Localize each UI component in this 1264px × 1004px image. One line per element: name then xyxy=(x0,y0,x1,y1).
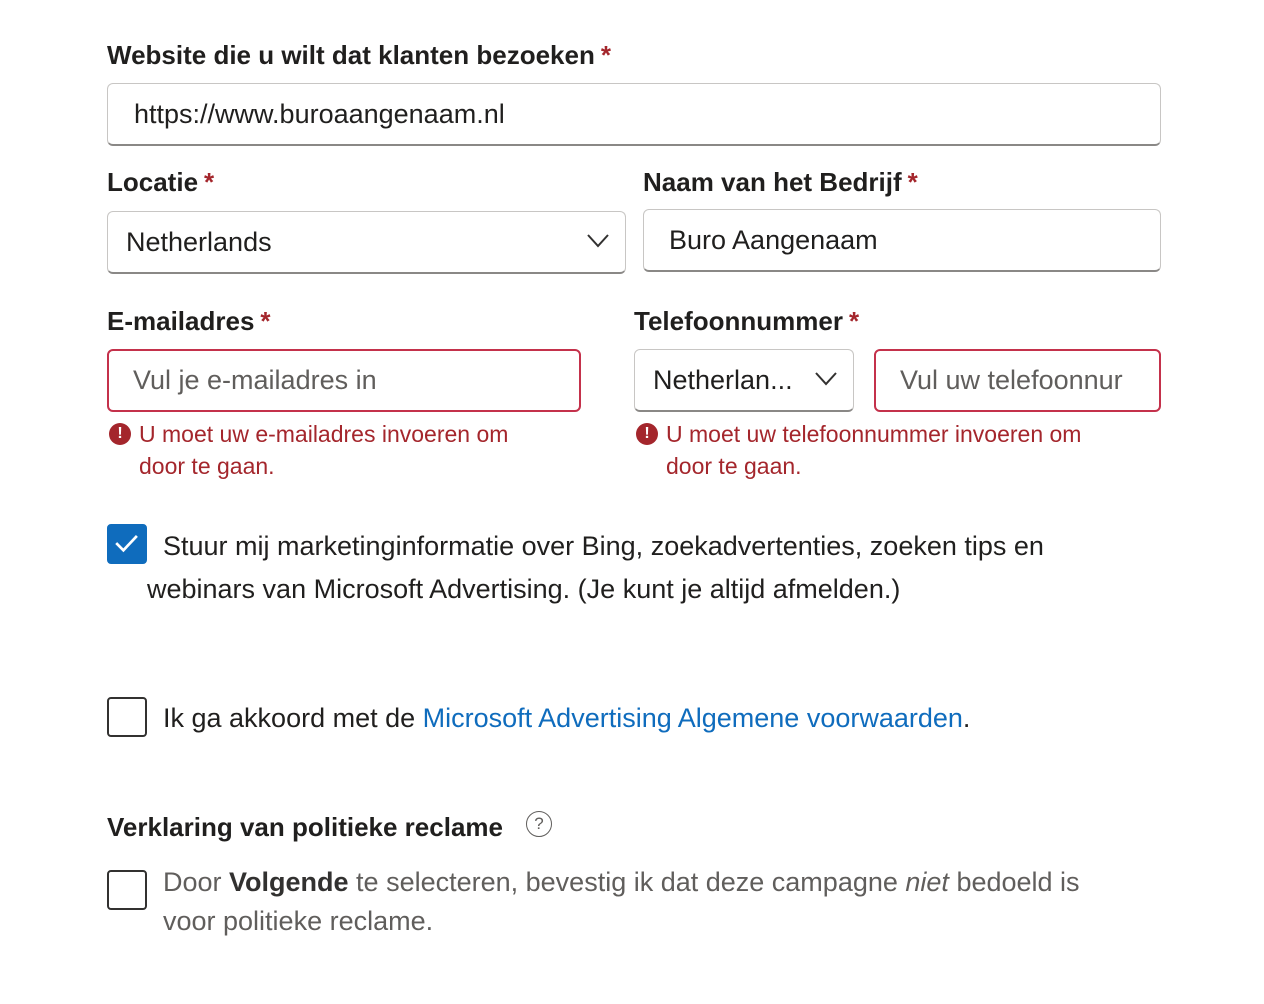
political-text-italic: niet xyxy=(905,867,949,897)
marketing-consent-text-line2: webinars van Microsoft Advertising. (Je … xyxy=(147,574,901,604)
company-label: Naam van het Bedrijf * xyxy=(643,167,918,198)
phone-label-text: Telefoonnummer xyxy=(634,306,843,336)
political-heading: Verklaring van politieke reclame xyxy=(107,812,503,842)
email-error-line2: door te gaan. xyxy=(139,453,275,479)
website-label-text: Website die u wilt dat klanten bezoeken xyxy=(107,40,595,70)
required-asterisk: * xyxy=(260,306,271,336)
phone-error-line1: U moet uw telefoonnummer invoeren om xyxy=(666,421,1082,447)
terms-suffix: . xyxy=(962,703,971,733)
email-input[interactable]: Vul je e-mailadres in xyxy=(107,349,581,412)
phone-error-message: U moet uw telefoonnummer invoeren om doo… xyxy=(666,418,1081,482)
company-label-text: Naam van het Bedrijf xyxy=(643,167,902,197)
marketing-checkbox[interactable] xyxy=(107,524,147,564)
required-asterisk: * xyxy=(600,40,611,70)
political-text-line2: voor politieke reclame. xyxy=(163,906,434,936)
error-circle-icon: ! xyxy=(636,423,658,445)
required-asterisk: * xyxy=(848,306,860,336)
phone-placeholder: Vul uw telefoonnur xyxy=(900,365,1123,395)
website-label: Website die u wilt dat klanten bezoeken * xyxy=(107,40,611,71)
location-label-text: Locatie xyxy=(107,167,199,197)
phone-country-dropdown[interactable]: Netherlan... xyxy=(634,349,854,412)
phone-country-selected: Netherlan... xyxy=(653,364,793,395)
chevron-down-icon xyxy=(587,234,609,248)
company-input-value: Buro Aangenaam xyxy=(669,224,878,255)
location-selected-value: Netherlands xyxy=(126,226,272,257)
political-text-part: bedoeld is xyxy=(948,867,1080,897)
company-name-input[interactable]: Buro Aangenaam xyxy=(643,209,1161,272)
required-asterisk: * xyxy=(204,167,215,197)
website-input[interactable]: https://www.buroaangenaam.nl xyxy=(107,83,1161,146)
email-error-message: U moet uw e-mailadres invoeren om door t… xyxy=(139,418,508,482)
phone-label: Telefoonnummer * xyxy=(634,306,859,337)
help-circle-icon[interactable]: ? xyxy=(526,811,552,837)
terms-prefix: Ik ga akkoord met de xyxy=(163,703,423,733)
location-dropdown[interactable]: Netherlands xyxy=(107,211,626,274)
email-placeholder: Vul je e-mailadres in xyxy=(133,365,377,395)
terms-text: Ik ga akkoord met de Microsoft Advertisi… xyxy=(163,696,970,740)
email-error-line1: U moet uw e-mailadres invoeren om xyxy=(139,421,509,447)
political-text-bold: Volgende xyxy=(229,867,349,897)
phone-error-line2: door te gaan. xyxy=(666,453,802,479)
political-text-line1: Door Volgende te selecteren, bevestig ik… xyxy=(163,860,1080,904)
phone-number-input[interactable]: Vul uw telefoonnur xyxy=(874,349,1161,412)
political-checkbox[interactable] xyxy=(107,870,147,910)
error-circle-icon: ! xyxy=(109,423,131,445)
website-input-value: https://www.buroaangenaam.nl xyxy=(134,98,505,129)
required-asterisk: * xyxy=(907,167,918,197)
location-label: Locatie * xyxy=(107,167,214,198)
chevron-down-icon xyxy=(815,372,837,386)
marketing-consent-text-line1: Stuur mij marketinginformatie over Bing,… xyxy=(163,531,1044,561)
email-label-text: E-mailadres xyxy=(107,306,255,336)
terms-link[interactable]: Microsoft Advertising Algemene voorwaard… xyxy=(423,703,963,733)
political-text-part: te selecteren, bevestig ik dat deze camp… xyxy=(348,867,906,897)
checkmark-icon xyxy=(115,534,138,553)
political-text-part: Door xyxy=(163,867,230,897)
email-label: E-mailadres * xyxy=(107,306,271,337)
terms-checkbox[interactable] xyxy=(107,697,147,737)
